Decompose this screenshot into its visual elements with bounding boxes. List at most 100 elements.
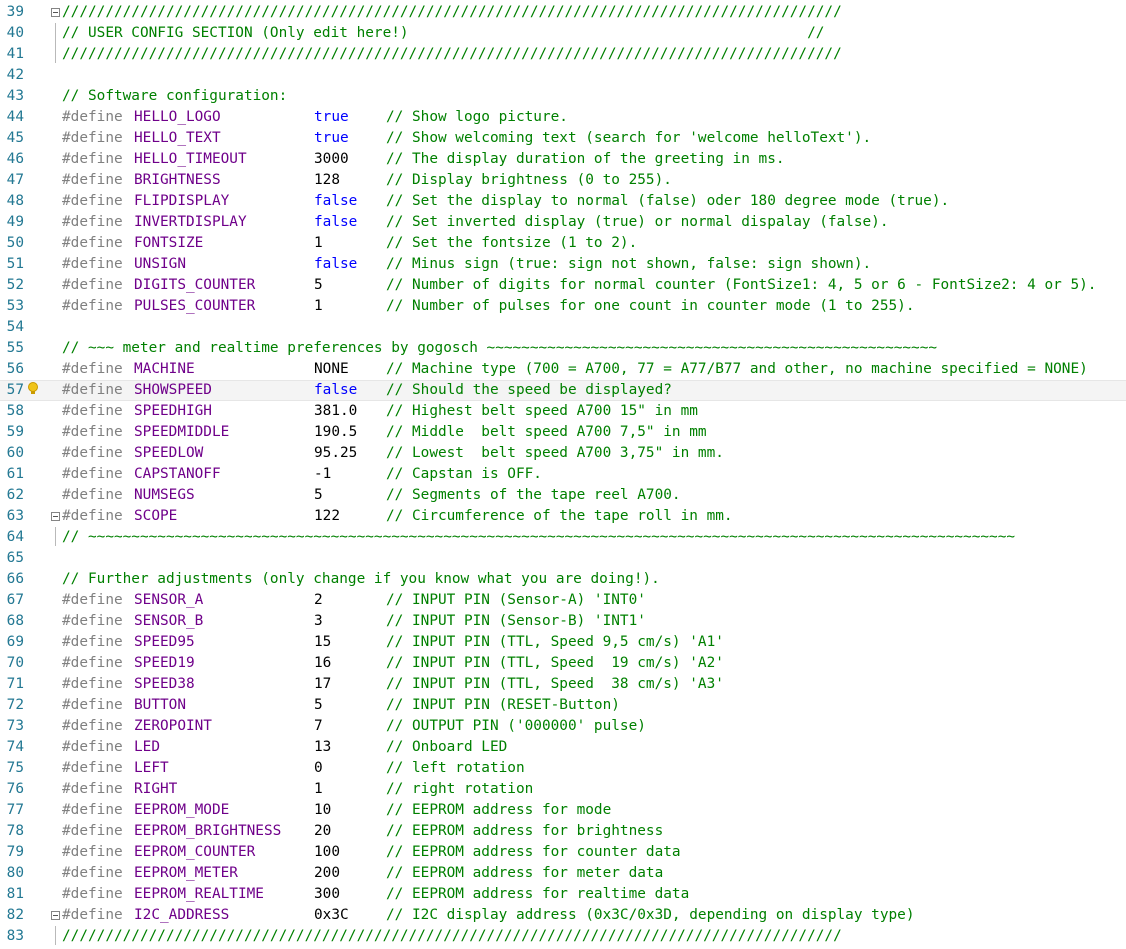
macro-name: CAPSTANOFF	[134, 466, 221, 482]
line-number: 43	[6, 88, 24, 104]
line-number: 41	[6, 46, 24, 62]
code-line[interactable]: 39 //////////////////////////////////////…	[0, 2, 1126, 23]
code-line[interactable]: 40 // USER CONFIG SECTION (Only edit here…	[0, 23, 1126, 44]
define-directive: #define	[62, 886, 123, 902]
code-line[interactable]: 78 #define EEPROM_BRIGHTNESS 20 // EEPROM ad…	[0, 821, 1126, 842]
line-number: 73	[6, 718, 24, 734]
inline-comment: // Middle belt speed A700 7,5" in mm	[386, 424, 707, 440]
line-number: 70	[6, 655, 24, 671]
code-line[interactable]: 46 #define HELLO_TIMEOUT 3000 // The display…	[0, 149, 1126, 170]
code-line[interactable]: 73 #define ZEROPOINT 7 // OUTPUT PIN ('00000…	[0, 716, 1126, 737]
macro-value: 100	[314, 844, 340, 860]
inline-comment: // Lowest belt speed A700 3,75" in mm.	[386, 445, 724, 461]
code-line[interactable]: 55 // ~~~ meter and realtime preferences …	[0, 338, 1126, 359]
inline-comment: // INPUT PIN (Sensor-B) 'INT1'	[386, 613, 646, 629]
code-line[interactable]: 70 #define SPEED19 16 // INPUT PIN (TTL, Spe…	[0, 653, 1126, 674]
define-directive: #define	[62, 676, 123, 692]
code-editor[interactable]: 39 //////////////////////////////////////…	[0, 0, 1126, 949]
code-line[interactable]: 56 #define MACHINE NONE // Machine type (700…	[0, 359, 1126, 380]
code-line[interactable]: 59 #define SPEEDMIDDLE 190.5 // Middle belt …	[0, 422, 1126, 443]
code-line[interactable]: 76 #define RIGHT 1 // right rotation	[0, 779, 1126, 800]
macro-name: HELLO_TIMEOUT	[134, 151, 247, 167]
fold-toggle-icon[interactable]	[51, 8, 60, 17]
inline-comment: // Onboard LED	[386, 739, 508, 755]
macro-value: -1	[314, 466, 332, 482]
inline-comment: // INPUT PIN (TTL, Speed 19 cm/s) 'A2'	[386, 655, 724, 671]
code-line[interactable]: 50 #define FONTSIZE 1 // Set the fontsize (1…	[0, 233, 1126, 254]
code-line[interactable]: 69 #define SPEED95 15 // INPUT PIN (TTL, Spe…	[0, 632, 1126, 653]
code-line[interactable]: 79 #define EEPROM_COUNTER 100 // EEPROM addr…	[0, 842, 1126, 863]
define-directive: #define	[62, 508, 123, 524]
macro-name: EEPROM_REALTIME	[134, 886, 264, 902]
define-directive: #define	[62, 403, 123, 419]
code-line[interactable]: 58 #define SPEEDHIGH 381.0 // Highest belt s…	[0, 401, 1126, 422]
define-directive: #define	[62, 865, 123, 881]
line-number: 81	[6, 886, 24, 902]
code-line[interactable]: 65	[0, 548, 1126, 569]
code-line[interactable]: 83 //////////////////////////////////////…	[0, 926, 1126, 947]
code-line[interactable]: 60 #define SPEEDLOW 95.25 // Lowest belt spe…	[0, 443, 1126, 464]
code-line[interactable]: 42	[0, 65, 1126, 86]
code-line[interactable]: 51 #define UNSIGN false // Minus sign (true:…	[0, 254, 1126, 275]
macro-value: 190.5	[314, 424, 358, 440]
code-line[interactable]: 47 #define BRIGHTNESS 128 // Display brightn…	[0, 170, 1126, 191]
code-line[interactable]: 57 #define SHOWSPEED false // Should the spe…	[0, 380, 1126, 401]
macro-value: 7	[314, 718, 323, 734]
code-line[interactable]: 72 #define BUTTON 5 // INPUT PIN (RESET-Butt…	[0, 695, 1126, 716]
code-line[interactable]: 61 #define CAPSTANOFF -1 // Capstan is OFF.	[0, 464, 1126, 485]
line-number: 72	[6, 697, 24, 713]
line-number: 48	[6, 193, 24, 209]
code-line[interactable]: 45 #define HELLO_TEXT true // Show welcoming…	[0, 128, 1126, 149]
line-number: 46	[6, 151, 24, 167]
macro-name: HELLO_TEXT	[134, 130, 221, 146]
code-line[interactable]: 81 #define EEPROM_REALTIME 300 // EEPROM add…	[0, 884, 1126, 905]
macro-name: BUTTON	[134, 697, 186, 713]
code-line[interactable]: 75 #define LEFT 0 // left rotation	[0, 758, 1126, 779]
code-line[interactable]: 63 #define SCOPE 122 // Circumference of the…	[0, 506, 1126, 527]
define-directive: #define	[62, 697, 123, 713]
macro-value: 2	[314, 592, 323, 608]
line-number: 51	[6, 256, 24, 272]
inline-comment: // EEPROM address for meter data	[386, 865, 664, 881]
lightbulb-icon[interactable]	[27, 381, 39, 399]
macro-name: SPEEDMIDDLE	[134, 424, 230, 440]
macro-name: SPEED95	[134, 634, 195, 650]
code-line[interactable]: 80 #define EEPROM_METER 200 // EEPROM addres…	[0, 863, 1126, 884]
fold-toggle-icon[interactable]	[51, 911, 60, 920]
code-line[interactable]: 53 #define PULSES_COUNTER 1 // Number of pul…	[0, 296, 1126, 317]
code-line[interactable]: 48 #define FLIPDISPLAY false // Set the disp…	[0, 191, 1126, 212]
code-line[interactable]: 52 #define DIGITS_COUNTER 5 // Number of dig…	[0, 275, 1126, 296]
line-number: 71	[6, 676, 24, 692]
code-line[interactable]: 66 // Further adjustments (only change if…	[0, 569, 1126, 590]
code-line[interactable]: 71 #define SPEED38 17 // INPUT PIN (TTL, Spe…	[0, 674, 1126, 695]
code-line[interactable]: 49 #define INVERTDISPLAY false // Set invert…	[0, 212, 1126, 233]
inline-comment: // INPUT PIN (Sensor-A) 'INT0'	[386, 592, 646, 608]
fold-toggle-icon[interactable]	[51, 512, 60, 521]
macro-value: 1	[314, 298, 323, 314]
code-line[interactable]: 74 #define LED 13 // Onboard LED	[0, 737, 1126, 758]
line-number: 64	[6, 529, 24, 545]
code-line[interactable]: 62 #define NUMSEGS 5 // Segments of the tape…	[0, 485, 1126, 506]
macro-name: NUMSEGS	[134, 487, 195, 503]
comment-text: ////////////////////////////////////////…	[62, 4, 842, 20]
code-line[interactable]: 77 #define EEPROM_MODE 10 // EEPROM address …	[0, 800, 1126, 821]
macro-value: 381.0	[314, 403, 358, 419]
code-line[interactable]: 41 //////////////////////////////////////…	[0, 44, 1126, 65]
line-number: 80	[6, 865, 24, 881]
fold-guide	[55, 926, 56, 945]
code-line[interactable]: 68 #define SENSOR_B 3 // INPUT PIN (Sensor-B…	[0, 611, 1126, 632]
code-line[interactable]: 64 // ~~~~~~~~~~~~~~~~~~~~~~~~~~~~~~~~~~~…	[0, 527, 1126, 548]
code-line[interactable]: 43 // Software configuration:	[0, 86, 1126, 107]
code-line[interactable]: 44 #define HELLO_LOGO true // Show logo pict…	[0, 107, 1126, 128]
code-line[interactable]: 54	[0, 317, 1126, 338]
line-number: 74	[6, 739, 24, 755]
inline-comment: // The display duration of the greeting …	[386, 151, 785, 167]
line-number: 58	[6, 403, 24, 419]
line-number: 52	[6, 277, 24, 293]
define-directive: #define	[62, 760, 123, 776]
line-number: 65	[6, 550, 24, 566]
line-number: 61	[6, 466, 24, 482]
macro-value: 17	[314, 676, 332, 692]
code-line[interactable]: 67 #define SENSOR_A 2 // INPUT PIN (Sensor-A…	[0, 590, 1126, 611]
code-line[interactable]: 82 #define I2C_ADDRESS 0x3C // I2C display a…	[0, 905, 1126, 926]
